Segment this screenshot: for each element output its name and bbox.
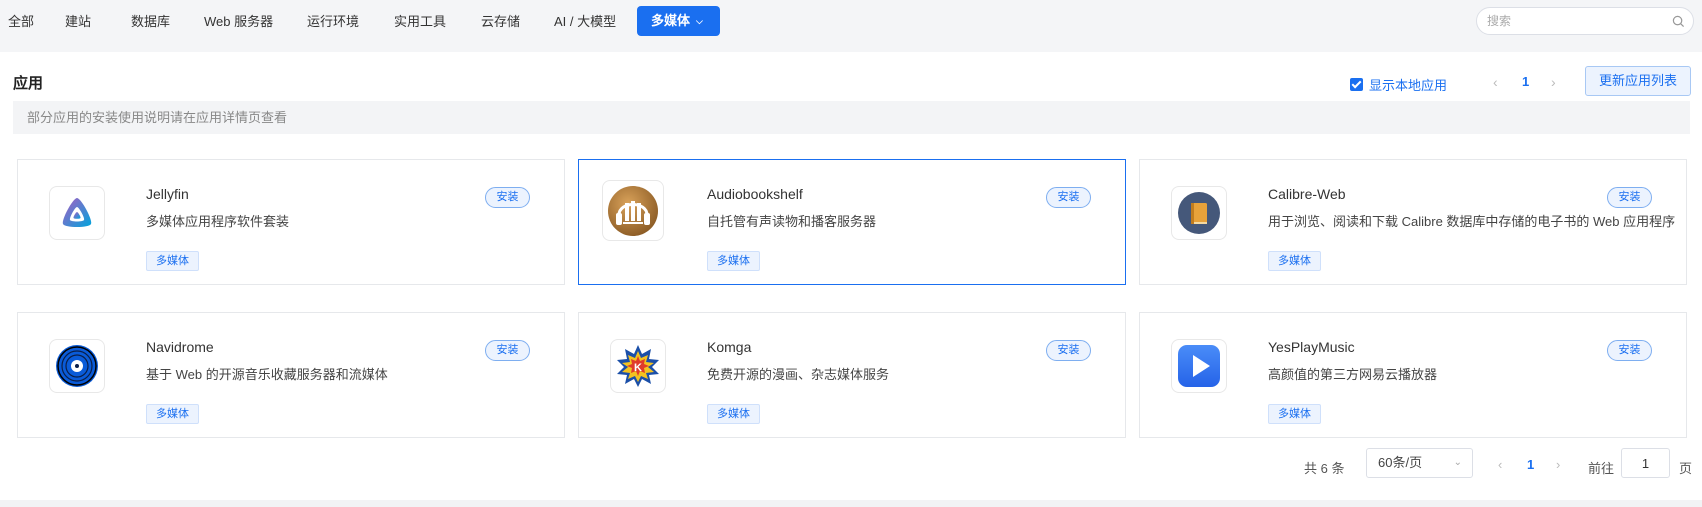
category-tag: 多媒体 — [707, 404, 760, 424]
app-panel: 应用 显示本地应用 ‹ 1 › 更新应用列表 部分应用的安装使用说明请在应用详情… — [0, 52, 1702, 500]
app-name: Navidrome — [146, 339, 214, 355]
search-box — [1476, 7, 1694, 35]
notice-bar: 部分应用的安装使用说明请在应用详情页查看 — [13, 101, 1690, 134]
prev-page-icon[interactable]: ‹ — [1498, 457, 1502, 472]
tab-tools[interactable]: 实用工具 — [394, 10, 446, 34]
category-tag: 多媒体 — [146, 404, 199, 424]
goto-label: 前往 — [1588, 461, 1615, 476]
install-button[interactable]: 安装 — [1046, 340, 1091, 361]
checkbox-checked-icon[interactable] — [1350, 78, 1363, 91]
app-description: 用于浏览、阅读和下载 Calibre 数据库中存储的电子书的 Web 应用程序 — [1268, 214, 1676, 229]
category-nav: 全部 建站 数据库 Web 服务器 运行环境 实用工具 云存储 AI / 大模型… — [0, 0, 1702, 52]
app-description: 基于 Web 的开源音乐收藏服务器和流媒体 — [146, 367, 388, 382]
bottom-current-page[interactable]: 1 — [1527, 457, 1534, 472]
page-size-select[interactable]: 60条/页 ⌄ — [1366, 448, 1473, 478]
install-button[interactable]: 安装 — [1607, 187, 1652, 208]
search-icon[interactable] — [1672, 15, 1685, 28]
tab-multimedia[interactable]: 多媒体 ⌵ — [637, 6, 720, 36]
svg-text:K: K — [634, 362, 642, 374]
chevron-down-icon: ⌵ — [696, 16, 703, 26]
audiobookshelf-icon — [602, 180, 664, 241]
category-tag: 多媒体 — [1268, 251, 1321, 271]
komga-icon: K — [610, 339, 666, 393]
app-card-audiobookshelf[interactable]: Audiobookshelf 自托管有声读物和播客服务器 多媒体 安装 — [578, 159, 1126, 285]
install-button[interactable]: 安装 — [1607, 340, 1652, 361]
jellyfin-icon — [49, 186, 105, 240]
tab-runtime[interactable]: 运行环境 — [307, 10, 359, 34]
section-title: 应用 — [13, 75, 44, 92]
calibre-web-icon — [1171, 186, 1227, 240]
tab-web-server[interactable]: Web 服务器 — [204, 10, 273, 34]
app-name: Komga — [707, 339, 752, 355]
navidrome-icon — [49, 339, 105, 393]
tab-cloud-storage[interactable]: 云存储 — [481, 10, 520, 34]
app-description: 免费开源的漫画、杂志媒体服务 — [707, 367, 890, 382]
app-card-calibre-web[interactable]: Calibre-Web 用于浏览、阅读和下载 Calibre 数据库中存储的电子… — [1139, 159, 1687, 285]
app-name: Calibre-Web — [1268, 186, 1346, 202]
page-size-value: 60条/页 — [1378, 455, 1423, 470]
refresh-app-list-button[interactable]: 更新应用列表 — [1585, 66, 1691, 96]
app-description: 多媒体应用程序软件套装 — [146, 214, 290, 229]
app-name: Jellyfin — [146, 186, 189, 202]
app-card-komga[interactable]: K Komga 免费开源的漫画、杂志媒体服务 多媒体 安装 — [578, 312, 1126, 438]
app-card-jellyfin[interactable]: Jellyfin 多媒体应用程序软件套装 多媒体 安装 — [17, 159, 565, 285]
goto-page-input[interactable] — [1621, 448, 1670, 478]
category-tag: 多媒体 — [707, 251, 760, 271]
app-card-navidrome[interactable]: Navidrome 基于 Web 的开源音乐收藏服务器和流媒体 多媒体 安装 — [17, 312, 565, 438]
yesplaymusic-icon — [1171, 339, 1227, 393]
tab-database[interactable]: 数据库 — [131, 10, 170, 34]
app-description: 自托管有声读物和播客服务器 — [707, 214, 877, 229]
tab-website[interactable]: 建站 — [65, 10, 91, 34]
goto-unit: 页 — [1679, 461, 1693, 476]
prev-page-icon[interactable]: ‹ — [1493, 74, 1498, 90]
category-tag: 多媒体 — [146, 251, 199, 271]
install-button[interactable]: 安装 — [1046, 187, 1091, 208]
show-local-apps-label: 显示本地应用 — [1369, 78, 1448, 93]
app-card-yesplaymusic[interactable]: YesPlayMusic 高颜值的第三方网易云播放器 多媒体 安装 — [1139, 312, 1687, 438]
chevron-down-icon: ⌄ — [1453, 457, 1462, 468]
app-name: YesPlayMusic — [1268, 339, 1355, 355]
total-count: 共 6 条 — [1304, 461, 1345, 476]
install-button[interactable]: 安装 — [485, 340, 530, 361]
app-description: 高颜值的第三方网易云播放器 — [1268, 367, 1438, 382]
top-current-page[interactable]: 1 — [1522, 74, 1529, 89]
show-local-apps-toggle[interactable]: 显示本地应用 — [1350, 75, 1447, 94]
search-input[interactable] — [1487, 13, 1667, 29]
app-name: Audiobookshelf — [707, 186, 803, 202]
tab-multimedia-label: 多媒体 — [651, 13, 691, 28]
tab-all[interactable]: 全部 — [8, 10, 34, 34]
tab-ai-models[interactable]: AI / 大模型 — [554, 10, 616, 34]
next-page-icon[interactable]: › — [1556, 457, 1560, 472]
category-tag: 多媒体 — [1268, 404, 1321, 424]
next-page-icon[interactable]: › — [1551, 74, 1556, 90]
install-button[interactable]: 安装 — [485, 187, 530, 208]
